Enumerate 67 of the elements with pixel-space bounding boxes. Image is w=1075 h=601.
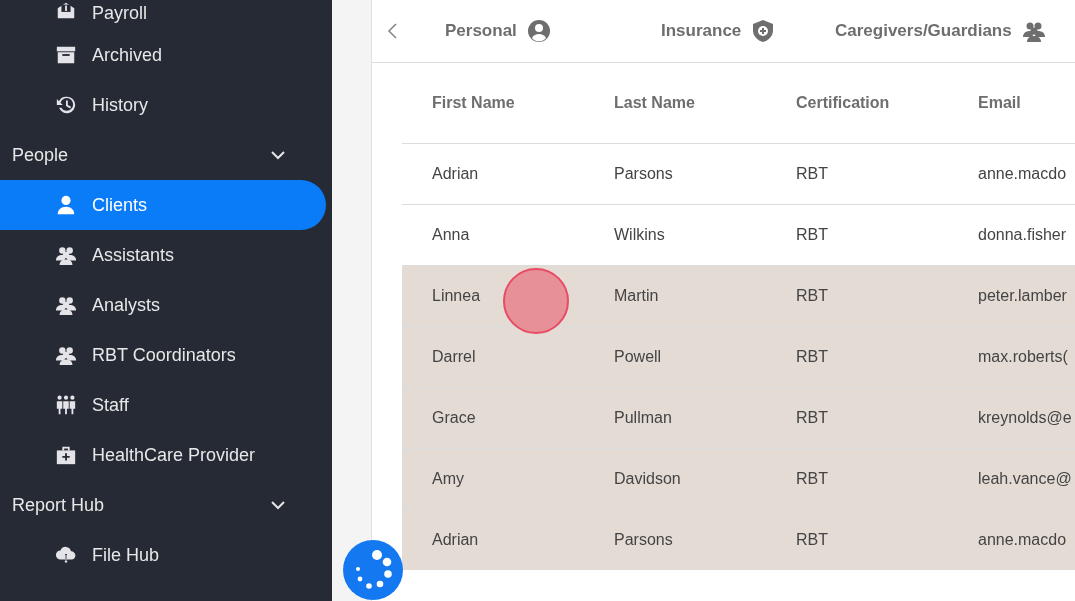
table-cell: donna.fisher [978,225,1067,243]
sidebar-item[interactable]: Payroll [0,0,326,30]
people-group-icon [55,244,77,266]
history-icon [55,94,77,116]
table-cell: Adrian [432,164,479,182]
table-cell: Wilkins [614,225,665,243]
table-cell: anne.macdo [978,164,1067,182]
table-cell: Adrian [432,530,479,548]
table-cell: RBT [796,469,828,487]
tab[interactable]: Insurance [661,18,835,44]
tab[interactable]: Personal [445,18,661,44]
column-header[interactable]: Certification [766,63,948,143]
table-row[interactable]: Adrian Parsons RBT anne.macdo [402,509,1075,570]
sidebar-item[interactable]: History [0,80,326,130]
sidebar-item[interactable]: Assistants [0,230,326,280]
table-row[interactable]: Darrel Powell RBT max.roberts( [402,326,1075,387]
table-cell: RBT [796,225,828,243]
table-row[interactable]: Linnea Martin RBT peter.lamber [402,265,1075,326]
column-header[interactable]: First Name [402,63,584,143]
column-header[interactable]: Email [948,63,1075,143]
table-row[interactable]: Amy Davidson RBT leah.vance@ [402,448,1075,509]
table-cell: Martin [614,286,659,304]
table-cell: RBT [796,286,828,304]
table-cell: Parsons [614,164,673,182]
people-group-icon [55,344,77,366]
person-icon [55,194,77,216]
back-chevron-icon[interactable] [386,22,400,40]
table-cell: leah.vance@ [978,469,1072,487]
table-cell: RBT [796,164,828,182]
sidebar-item[interactable]: HealthCare Provider [0,430,326,480]
sidebar-item[interactable]: Archived [0,30,326,80]
sidebar-item[interactable]: Clients [0,180,326,230]
sidebar-item[interactable]: Staff [0,380,326,430]
table-cell: peter.lamber [978,286,1067,304]
table-cell: RBT [796,530,828,548]
sidebar-section[interactable]: People [0,130,332,180]
medical-kit-icon [55,444,77,466]
table-cell: max.roberts( [978,347,1068,365]
sidebar-item[interactable]: Analysts [0,280,326,330]
sidebar-item[interactable]: RBT Coordinators [0,330,326,380]
table-cell: Davidson [614,469,681,487]
sidebar-section[interactable]: Report Hub [0,480,332,530]
table-cell: RBT [796,408,828,426]
table-cell: Amy [432,469,464,487]
table-cell: anne.macdo [978,530,1067,548]
user-circle-icon [526,19,551,43]
table-cell: Grace [432,408,476,426]
column-header[interactable]: Last Name [584,63,766,143]
loader-button[interactable] [343,540,403,600]
table-row[interactable]: Grace Pullman RBT kreynolds@e [402,387,1075,448]
table-cell: Darrel [432,347,476,365]
archive-box-icon [55,44,77,66]
table-cell: Powell [614,347,662,365]
table-row[interactable]: Anna Wilkins RBT donna.fisher [402,204,1075,265]
table-row[interactable]: Adrian Parsons RBT anne.macdo [402,143,1075,204]
table-cell: Anna [432,225,470,243]
cloud-download-icon [55,544,77,566]
table-cell: Pullman [614,408,672,426]
tab[interactable]: Caregivers/Guardians [835,18,1075,44]
people-group-icon [55,294,77,316]
table-cell: Parsons [614,530,673,548]
table-cell: RBT [796,347,828,365]
sidebar-item[interactable]: File Hub [0,530,326,580]
three-people-icon [55,394,77,416]
table-cell: Linnea [432,286,481,304]
table-cell: kreynolds@e [978,408,1072,426]
shield-plus-icon [751,19,776,43]
